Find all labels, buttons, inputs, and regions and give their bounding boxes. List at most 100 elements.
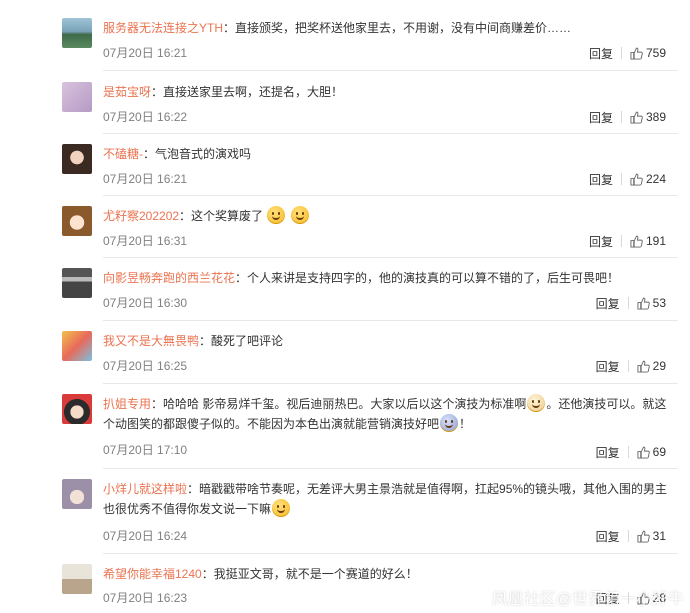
action-divider [620, 111, 622, 123]
reply-button[interactable]: 回复 [589, 233, 613, 250]
user-avatar[interactable] [62, 18, 92, 48]
like-count: 69 [652, 445, 666, 459]
comment-time: 07月20日 16:21 [103, 172, 188, 186]
comment-body: ：个人来讲是支持四字的，他的演技真的可以算不错的了，后生可畏吧！ [235, 271, 620, 285]
user-avatar[interactable] [62, 479, 92, 509]
action-divider [620, 173, 622, 185]
comment-body: ：气泡音式的演戏吗 [143, 147, 252, 161]
cry-emoji-icon [440, 414, 459, 432]
comment-body: ：我挺亚文哥，就不是一个赛道的好么！ [201, 567, 418, 581]
reply-button[interactable]: 回复 [589, 45, 613, 62]
comment-body: ：直接颁奖，把奖杯送他家里去，不用谢，没有中间商赚差价…… [223, 21, 572, 35]
comment-divider [103, 553, 678, 554]
user-avatar[interactable] [62, 331, 92, 361]
grin-emoji-icon [272, 499, 291, 517]
user-avatar[interactable] [62, 394, 92, 424]
thumbs-up-icon[interactable] [630, 173, 643, 186]
thumbs-up-icon[interactable] [637, 446, 650, 459]
user-avatar[interactable] [62, 82, 92, 112]
like-count: 389 [645, 110, 666, 124]
comment-actions: 回复 759 [589, 44, 666, 62]
comment-divider [103, 133, 678, 134]
comment-body: ：这个奖算废了 [179, 209, 264, 223]
comment-actions: 回复 29 [596, 357, 666, 375]
dog-emoji-icon [527, 394, 546, 412]
reply-button[interactable]: 回复 [596, 295, 620, 312]
thumbs-up-icon[interactable] [637, 297, 650, 310]
like-count: 31 [652, 529, 666, 543]
comment-text: 我又不是大無畏鸭：酸死了吧评论 [103, 331, 678, 351]
username-link[interactable]: 尤籽察202202 [103, 209, 179, 223]
reply-button[interactable]: 回复 [596, 444, 620, 461]
comment-divider [103, 468, 678, 469]
thumbs-up-icon[interactable] [630, 235, 643, 248]
comment-divider [103, 70, 678, 71]
comment-text: 小烊儿就这样啦：暗戳戳带啥节奏呢，无差评大男主景浩就是值得啊，扛起95%的镜头哦… [103, 479, 678, 519]
comment-text: 尤籽察202202：这个奖算废了 [103, 206, 678, 226]
comment-text: 服务器无法连接之YTH：直接颁奖，把奖杯送他家里去，不用谢，没有中间商赚差价…… [103, 18, 678, 38]
username-link[interactable]: 扒姐专用 [103, 397, 151, 411]
comment-actions: 回复 31 [596, 527, 666, 545]
comment-text: 是茹宝呀：直接送家里去啊，还提名，大胆！ [103, 82, 678, 102]
comment-text: 向影昱畅奔跑的西兰花花：个人来讲是支持四字的，他的演技真的可以算不错的了，后生可… [103, 268, 678, 288]
username-link[interactable]: 向影昱畅奔跑的西兰花花 [103, 271, 235, 285]
comment-actions: 回复 224 [589, 170, 666, 188]
comment-body: ！ [459, 417, 472, 431]
username-link[interactable]: 不磕糖- [103, 147, 143, 161]
comment-time: 07月20日 16:24 [103, 529, 188, 543]
comment-text: 不磕糖-：气泡音式的演戏吗 [103, 144, 678, 164]
comment-body: 也很优秀不值得你发文说一下嘛 [103, 502, 272, 516]
action-divider [620, 47, 622, 59]
action-divider [627, 530, 629, 542]
comment-divider [103, 257, 678, 258]
username-link[interactable]: 我又不是大無畏鸭 [103, 334, 199, 348]
thumbs-up-icon[interactable] [630, 47, 643, 60]
reply-button[interactable]: 回复 [589, 109, 613, 126]
comment-time: 07月20日 16:21 [103, 46, 188, 60]
reply-button[interactable]: 回复 [596, 528, 620, 545]
comment-body: ：酸死了吧评论 [199, 334, 284, 348]
comment-body: 。还他演技可以。就这 [546, 397, 667, 411]
username-link[interactable]: 小烊儿就这样啦 [103, 482, 187, 496]
comment-text: 扒姐专用：哈哈哈 影帝易烊千玺。视后迪丽热巴。大家以后以这个演技为标准啊 。还他演… [103, 394, 678, 434]
smile-emoji-icon [267, 206, 286, 224]
user-avatar[interactable] [62, 564, 92, 594]
comment-body: ：哈哈哈 影帝易烊千玺。视后迪丽热巴。大家以后以这个演技为标准啊 [151, 397, 527, 411]
action-divider [627, 297, 629, 309]
action-divider [627, 360, 629, 372]
comment-time: 07月20日 17:10 [103, 443, 188, 457]
comment-actions: 回复 69 [596, 443, 666, 461]
username-link[interactable]: 希望你能幸福1240 [103, 567, 202, 581]
comment-actions: 回复 191 [589, 232, 666, 250]
like-count: 29 [652, 359, 666, 373]
comment-divider [103, 383, 678, 384]
comment-text: 希望你能幸福1240：我挺亚文哥，就不是一个赛道的好么！ [103, 564, 678, 584]
comment-time: 07月20日 16:30 [103, 296, 188, 310]
thumbs-up-icon[interactable] [637, 530, 650, 543]
action-divider [627, 446, 629, 458]
user-avatar[interactable] [62, 144, 92, 174]
comment-divider [103, 320, 678, 321]
reply-button[interactable]: 回复 [596, 358, 620, 375]
comment-time: 07月20日 16:23 [103, 591, 188, 605]
comment-actions: 回复 389 [589, 108, 666, 126]
like-count: 53 [652, 296, 666, 310]
like-count: 759 [645, 46, 666, 60]
username-link[interactable]: 是茹宝呀 [103, 85, 151, 99]
like-count: 191 [645, 234, 666, 248]
comment-body: ：直接送家里去啊，还提名，大胆！ [151, 85, 344, 99]
thumbs-up-icon[interactable] [630, 111, 643, 124]
username-link[interactable]: 服务器无法连接之YTH [103, 21, 223, 35]
comment-time: 07月20日 16:25 [103, 359, 188, 373]
reply-button[interactable]: 回复 [589, 171, 613, 188]
action-divider [620, 235, 622, 247]
user-avatar[interactable] [62, 268, 92, 298]
thumbs-up-icon[interactable] [637, 360, 650, 373]
smile-emoji-icon [290, 206, 309, 224]
comment-time: 07月20日 16:22 [103, 110, 188, 124]
comment-actions: 回复 53 [596, 294, 666, 312]
comment-body: ：暗戳戳带啥节奏呢，无差评大男主景浩就是值得啊，扛起95%的镜头哦，其他入围的男… [187, 482, 668, 496]
comment-body: 个动图笑的都跟傻子似的。不能因为本色出演就能营销演技好吧 [103, 417, 440, 431]
user-avatar[interactable] [62, 206, 92, 236]
comment-divider [103, 195, 678, 196]
